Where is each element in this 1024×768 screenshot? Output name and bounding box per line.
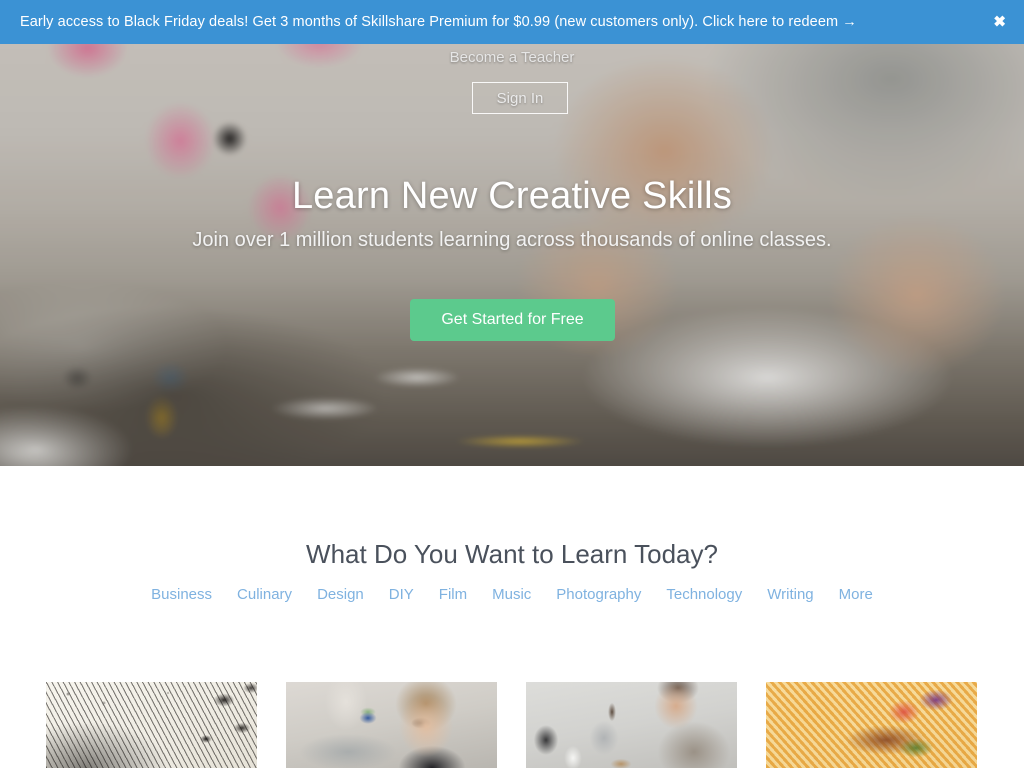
- page-title: Learn New Creative Skills: [291, 175, 733, 217]
- become-a-teacher-link[interactable]: Become a Teacher: [0, 49, 1024, 66]
- hero-section: Become a Teacher Sign In Learn New Creat…: [0, 44, 1024, 466]
- category-link-writing[interactable]: Writing: [767, 586, 813, 603]
- category-link-music[interactable]: Music: [492, 586, 531, 603]
- hero-content: Become a Teacher Sign In Learn New Creat…: [0, 44, 1024, 466]
- category-link-film[interactable]: Film: [439, 586, 467, 603]
- category-link-technology[interactable]: Technology: [666, 586, 742, 603]
- sign-in-button[interactable]: Sign In: [472, 82, 568, 114]
- category-link-more[interactable]: More: [839, 586, 873, 603]
- category-link-business[interactable]: Business: [151, 586, 212, 603]
- close-icon[interactable]: ✖: [993, 15, 1006, 30]
- promo-banner-link[interactable]: Early access to Black Friday deals! Get …: [20, 14, 857, 30]
- ink-wave-drawing-thumbnail: [46, 682, 257, 768]
- get-started-for-free-button[interactable]: Get Started for Free: [410, 299, 615, 341]
- learn-section-title: What Do You Want to Learn Today?: [306, 539, 718, 569]
- class-card[interactable]: [766, 682, 977, 768]
- category-link-design[interactable]: Design: [317, 586, 364, 603]
- category-link-photography[interactable]: Photography: [556, 586, 641, 603]
- learn-section: What Do You Want to Learn Today? Busines…: [0, 466, 1024, 768]
- class-card[interactable]: [286, 682, 497, 768]
- class-card-list: [46, 682, 978, 768]
- promo-banner: Early access to Black Friday deals! Get …: [0, 0, 1024, 44]
- woman-with-glasses-thumbnail: [286, 682, 497, 768]
- class-card[interactable]: [526, 682, 737, 768]
- category-link-culinary[interactable]: Culinary: [237, 586, 292, 603]
- class-card[interactable]: [46, 682, 257, 768]
- category-link-diy[interactable]: DIY: [389, 586, 414, 603]
- burger-and-fries-thumbnail: [766, 682, 977, 768]
- category-nav: Business Culinary Design DIY Film Music …: [0, 586, 1024, 603]
- coffee-brewing-thumbnail: [526, 682, 737, 768]
- hero-subtitle: Join over 1 million students learning ac…: [192, 229, 832, 251]
